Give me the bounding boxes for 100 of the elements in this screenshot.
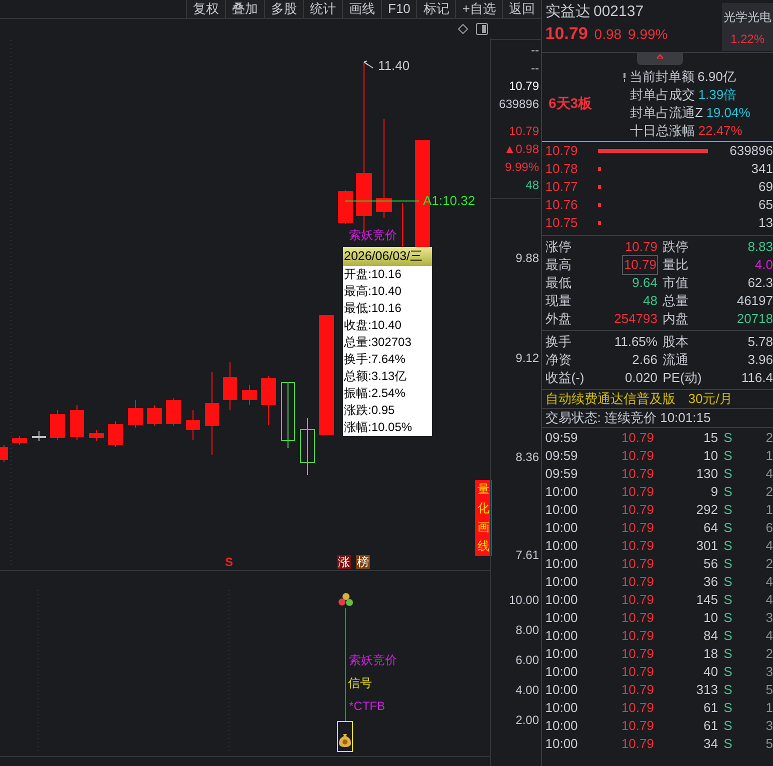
- stat-label: 最低: [544, 274, 572, 292]
- toolbar-button[interactable]: 返回: [502, 0, 541, 18]
- trade-side: S: [722, 735, 734, 754]
- sector-change: 1.22%: [729, 30, 766, 48]
- trade-count: 6: [764, 519, 773, 538]
- trade-price: 10.79: [620, 663, 654, 682]
- trade-time: 10:00: [544, 501, 579, 520]
- indicator-label: 信号: [348, 675, 372, 692]
- candle: [186, 410, 200, 440]
- sector-panel[interactable]: 光学光电 1.22%: [722, 3, 773, 51]
- trade-time: 10:00: [544, 663, 579, 682]
- candle: [89, 430, 104, 442]
- trade-volume: 34: [702, 735, 718, 754]
- last-price: 10.79: [545, 24, 588, 42]
- stat-label: 流通: [662, 351, 689, 370]
- stat-label: 涨停: [544, 238, 572, 256]
- stat-label: 市值: [662, 274, 689, 292]
- panel-toggle-icon[interactable]: [476, 23, 488, 35]
- promo-price[interactable]: 30元/月: [688, 390, 732, 408]
- tooltip-line: 换手:7.64%: [343, 351, 406, 368]
- book-price: 10.77: [544, 178, 579, 196]
- tooltip-line: 总额:3.13亿: [343, 368, 408, 385]
- stat-label: 最高: [544, 256, 572, 274]
- candle: [108, 420, 123, 448]
- collapse-tab[interactable]: [637, 53, 683, 65]
- depth-bar: [598, 167, 601, 171]
- axis-reading: --: [531, 42, 539, 59]
- trade-count: 3: [764, 717, 773, 736]
- tooltip-line: 涨幅:10.05%: [343, 419, 414, 436]
- money-bag-icon: [337, 721, 353, 752]
- trade-price: 10.79: [620, 735, 654, 754]
- stat-label: 跌停: [662, 238, 689, 256]
- candle: [12, 436, 27, 446]
- caret-up-icon: [656, 53, 664, 59]
- toolbar-button[interactable]: +自选: [455, 0, 502, 18]
- candle: [70, 404, 84, 440]
- trade-count: 4: [764, 465, 773, 484]
- toolbar-button[interactable]: 叠加: [225, 0, 264, 18]
- candle: [50, 410, 65, 440]
- trade-volume: 15: [702, 429, 718, 448]
- book-volume: 341: [750, 160, 773, 178]
- trade-side: S: [722, 717, 734, 736]
- depth-bar: [598, 203, 601, 207]
- toolbar-button[interactable]: F10: [381, 0, 416, 18]
- toolbar-button[interactable]: 标记: [416, 0, 456, 18]
- trade-status: 交易状态: 连续竞价 10:01:15: [545, 410, 711, 426]
- toolbar-button[interactable]: 画线: [342, 0, 381, 18]
- stock-name: 实益达: [545, 3, 590, 22]
- trade-side: S: [722, 447, 734, 466]
- trade-price: 10.79: [620, 447, 654, 466]
- axis-tick-label: 10.00: [508, 592, 539, 609]
- stat-value: 8.83: [746, 238, 773, 256]
- trade-volume: 40: [702, 663, 718, 682]
- trade-count: 4: [764, 627, 773, 646]
- axis-tick-label: 9.12: [516, 350, 539, 367]
- toolbar-button[interactable]: 复权: [186, 0, 225, 18]
- seal-label: 封单占成交: [630, 86, 695, 104]
- trade-price: 10.79: [620, 717, 654, 736]
- trade-time: 10:00: [544, 609, 579, 628]
- trade-volume: 10: [702, 447, 718, 466]
- seal-value: 1.39倍: [698, 86, 737, 104]
- book-volume: 639896: [728, 142, 773, 160]
- trade-count: 4: [764, 573, 773, 592]
- trade-volume: 36: [702, 573, 718, 592]
- stat-value: 2.66: [631, 351, 658, 370]
- tooltip-line: 振幅:2.54%: [343, 385, 406, 402]
- trade-count: 3: [764, 609, 773, 628]
- seal-value: 6.90亿: [698, 68, 736, 86]
- tooltip-line: 收盘:10.40: [343, 317, 402, 334]
- candle: [147, 404, 162, 426]
- trade-price: 10.79: [620, 627, 654, 646]
- stat-value: 48: [642, 292, 658, 310]
- candle: [32, 430, 46, 442]
- diamond-icon[interactable]: [458, 24, 468, 34]
- candle: [242, 384, 257, 406]
- stat-label: 净资: [544, 351, 572, 370]
- axis-reading: --: [531, 60, 539, 77]
- tooltip-line: 总量:302703: [343, 334, 412, 351]
- trade-price: 10.79: [620, 519, 654, 538]
- trade-volume: 61: [702, 717, 718, 736]
- marker-label: S: [224, 555, 234, 569]
- stat-value: 10.79: [624, 238, 658, 256]
- toolbar-button[interactable]: 多股: [264, 0, 303, 18]
- seal-label: 十日总涨幅: [630, 122, 695, 140]
- trade-volume: 64: [702, 519, 718, 538]
- stat-value: 46197: [736, 292, 773, 310]
- toolbar-button[interactable]: 统计: [303, 0, 342, 18]
- tooltip-line: 涨跌:0.95: [343, 402, 396, 419]
- trade-price: 10.79: [620, 573, 654, 592]
- trade-side: S: [722, 627, 734, 646]
- trade-side: S: [722, 573, 734, 592]
- trade-count: 1: [764, 501, 773, 520]
- book-volume: 13: [758, 214, 773, 232]
- stat-value: 0.020: [624, 369, 658, 388]
- book-price: 10.76: [544, 196, 579, 214]
- stat-value: 9.64: [631, 274, 658, 292]
- trade-side: S: [722, 699, 734, 718]
- trade-count: 2: [764, 645, 773, 664]
- promo-text[interactable]: 自动续费通达信普及版: [545, 390, 676, 408]
- streak-label: 6天3板: [548, 94, 592, 112]
